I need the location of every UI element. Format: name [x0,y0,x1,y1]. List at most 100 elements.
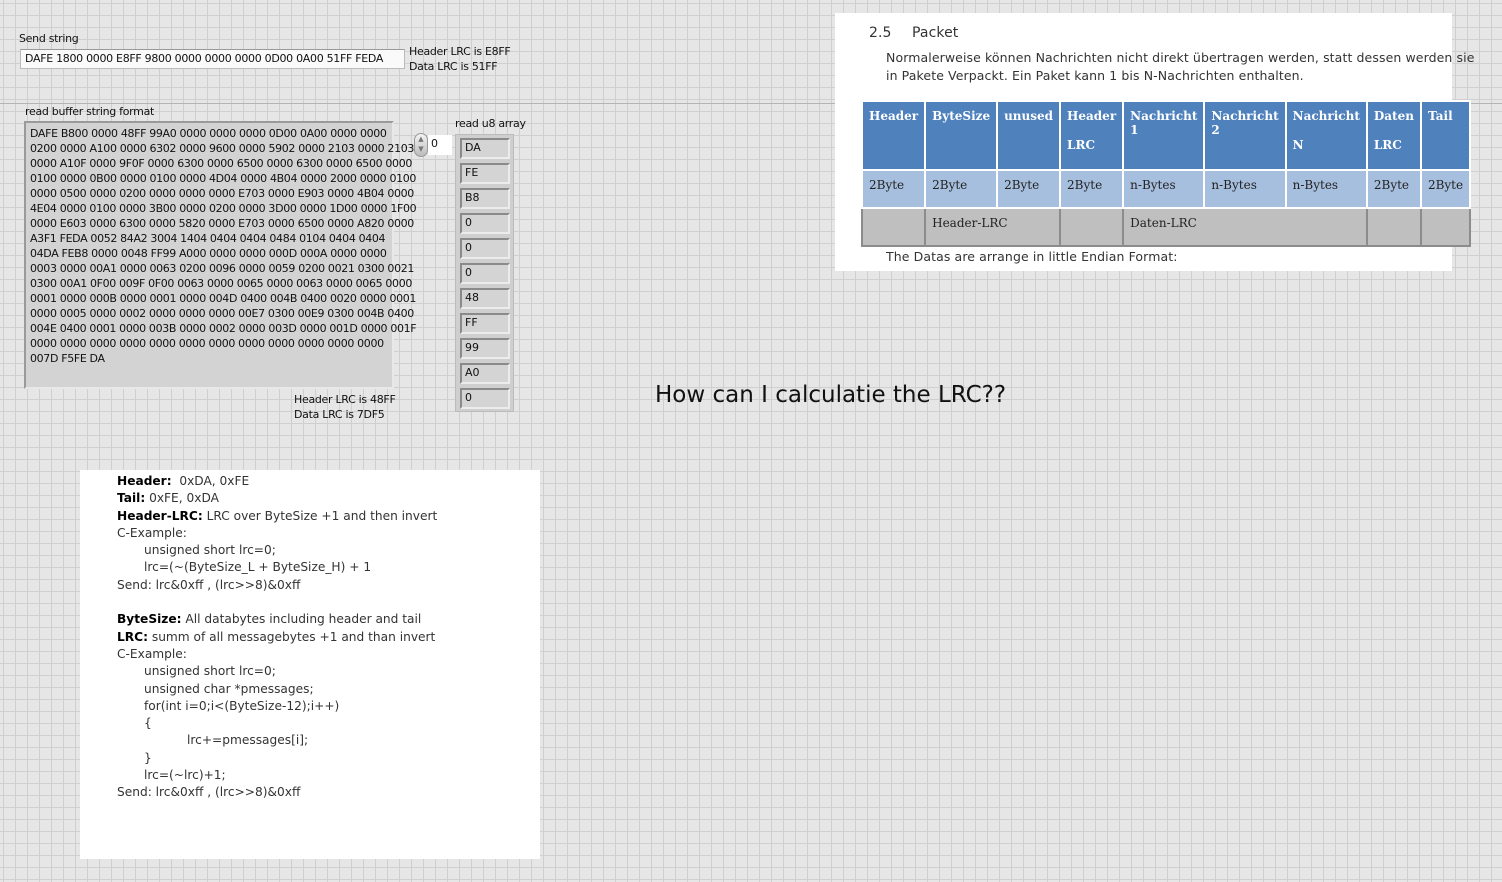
u8-array-element[interactable]: 0 [460,263,510,284]
table-header-cell: Nachricht 2 [1203,100,1287,171]
table-size-cell: n-Bytes [1122,169,1206,209]
read-buffer-line: A3F1 FEDA 0052 84A2 3004 1404 0404 0404 … [30,232,386,245]
table-size-cell: 2Byte [1419,169,1472,209]
u8-array-label: read u8 array [455,117,526,130]
u8-array-element[interactable]: 0 [460,213,510,234]
question-text: How can I calculatie the LRC?? [655,382,1007,408]
note-line: Send: lrc&0xff , (lrc>>8)&0xff [117,577,301,592]
code-line: for(int i=0;i<(ByteSize-12);i++) [144,698,340,713]
read-data-lrc: Data LRC is 7DF5 [294,408,385,421]
header-line1: Nachricht 1 [1130,109,1198,137]
read-buffer-line: 0300 00A1 0F00 009F 0F00 0063 0000 0065 … [30,277,412,290]
header-line1: Tail [1427,109,1453,123]
header-line1: Header [869,109,919,123]
header-line2: LRC [1067,138,1096,152]
read-buffer-line: 0000 E603 0000 6300 0000 5820 0000 E703 … [30,217,414,230]
read-buffer-indicator: DAFE B800 0000 48FF 99A0 0000 0000 0000 … [24,121,417,389]
array-index-input[interactable]: 0 [428,135,452,155]
section-number: 2.5 [869,25,892,41]
table-header-cell: unused [996,100,1062,171]
u8-array-element[interactable]: 0 [460,388,510,409]
u8-array: DA FE B8 0 0 0 48 FF 99 A0 0 [455,134,514,412]
lrc-cell-empty [1419,207,1472,247]
read-buffer-line: 007D F5FE DA [30,352,105,365]
read-buffer-line: 04DA FEB8 0000 0048 FF99 A000 0000 0000 … [30,247,387,260]
header-line2: LRC [1373,138,1402,152]
u8-array-element[interactable]: 48 [460,288,510,309]
packet-table: Header ByteSize unused Header LRC Nachricht 1… [860,100,1472,247]
header-line1: Nachricht [1292,109,1360,123]
read-header-lrc: Header LRC is 48FF [294,393,396,406]
code-line: unsigned char *pmessages; [144,681,314,696]
code-line: unsigned short lrc=0; [144,664,276,679]
code-line: } [144,750,152,765]
header-line1: Daten [1373,109,1414,123]
doc-paragraph-line2: in Pakete Verpackt. Ein Paket kann 1 bis… [886,68,1304,83]
table-size-cell: 2Byte [996,169,1062,209]
send-string-label: Send string [19,32,79,45]
lrc-notes: Header: 0xDA, 0xFE Tail: 0xFE, 0xDA Header… [80,470,540,859]
read-buffer-line: 004E 0400 0001 0000 003B 0000 0002 0000 … [30,322,417,335]
header-line1: Header [1067,109,1117,123]
note-key: ByteSize: [117,612,182,627]
note-key: Tail: [117,491,146,506]
table-size-cell: 2Byte [860,169,927,209]
note-line: C-Example: [117,525,187,540]
table-header-cell: Header LRC [1059,100,1125,171]
code-line: lrc+=pmessages[i]; [187,733,309,748]
table-header-cell: ByteSize [924,100,999,171]
table-size-cell: 2Byte [1365,169,1422,209]
note-line: C-Example: [117,646,187,661]
table-size-cell: n-Bytes [1284,169,1368,209]
table-header-cell: Nachricht 1 [1122,100,1206,171]
read-buffer-line: 0001 0000 000B 0000 0001 0000 004D 0400 … [30,292,417,305]
u8-array-element[interactable]: 0 [460,238,510,259]
send-string-input[interactable]: DAFE 1800 0000 E8FF 9800 0000 0000 0000 … [20,49,405,69]
code-line: lrc=(~(ByteSize_L + ByteSize_H) + 1 [144,560,372,575]
lrc-cell-empty [860,207,927,247]
read-buffer-line: 0000 0000 0000 0000 0000 0000 0000 0000 … [30,337,384,350]
lrc-cell-empty [1059,207,1125,247]
read-buffer-line: 0000 A10F 0000 9F0F 0000 6300 0000 6500 … [30,157,412,170]
header-lrc-span: Header-LRC [924,207,1062,247]
code-line: { [144,716,152,731]
packet-doc-image: 2.5 Packet Normalerweise können Nachrich… [835,13,1474,271]
read-buffer-line: DAFE B800 0000 48FF 99A0 0000 0000 0000 … [30,127,387,140]
daten-lrc-span: Daten-LRC [1122,207,1368,247]
table-size-cell: 2Byte [1059,169,1125,209]
table-size-cell: 2Byte [924,169,999,209]
note-value: LRC over ByteSize +1 and then invert [202,508,438,523]
table-size-cell: n-Bytes [1203,169,1287,209]
note-key: Header: [117,474,172,488]
u8-array-element[interactable]: DA [460,138,510,159]
send-header-lrc: Header LRC is E8FF [409,45,511,58]
u8-array-element[interactable]: FE [460,163,510,184]
send-data-lrc: Data LRC is 51FF [409,60,498,73]
section-title: Packet [912,25,959,41]
u8-array-element[interactable]: B8 [460,188,510,209]
header-line2: N [1292,138,1304,152]
lrc-cell-empty [1365,207,1422,247]
read-buffer-label: read buffer string format [25,105,155,118]
note-key: LRC: [117,629,148,644]
read-buffer-line: 0000 0005 0000 0002 0000 0000 0000 00E7 … [30,307,414,320]
header-line1: Nachricht 2 [1211,109,1279,137]
code-line: lrc=(~lrc)+1; [144,768,226,783]
index-spinner-icon[interactable]: ▲ ▼ [414,133,428,157]
note-value: summ of all messagebytes +1 and than inv… [147,629,436,644]
read-buffer-line: 0000 0500 0000 0200 0000 0000 0000 E703 … [30,187,414,200]
read-buffer-line: 0200 0000 A100 0000 6302 0000 9600 0000 … [30,142,415,155]
doc-paragraph-line1: Normalerweise können Nachrichten nicht d… [886,50,1475,65]
header-line1: unused [1004,109,1054,123]
header-line1: ByteSize [932,109,991,123]
read-buffer-line: 0100 0000 0B00 0000 0100 0000 4D04 0000 … [30,172,417,185]
u8-array-element[interactable]: 99 [460,338,510,359]
table-header-cell: Tail [1419,100,1472,171]
read-buffer-line: 4E04 0000 0100 0000 3B00 0000 0200 0000 … [30,202,417,215]
code-line: unsigned short lrc=0; [144,543,276,558]
u8-array-element[interactable]: A0 [460,363,510,384]
note-value: 0xFE, 0xDA [145,491,219,506]
note-value: All databytes including header and tail [181,612,422,627]
table-header-cell: Nachricht N [1284,100,1368,171]
u8-array-element[interactable]: FF [460,313,510,334]
